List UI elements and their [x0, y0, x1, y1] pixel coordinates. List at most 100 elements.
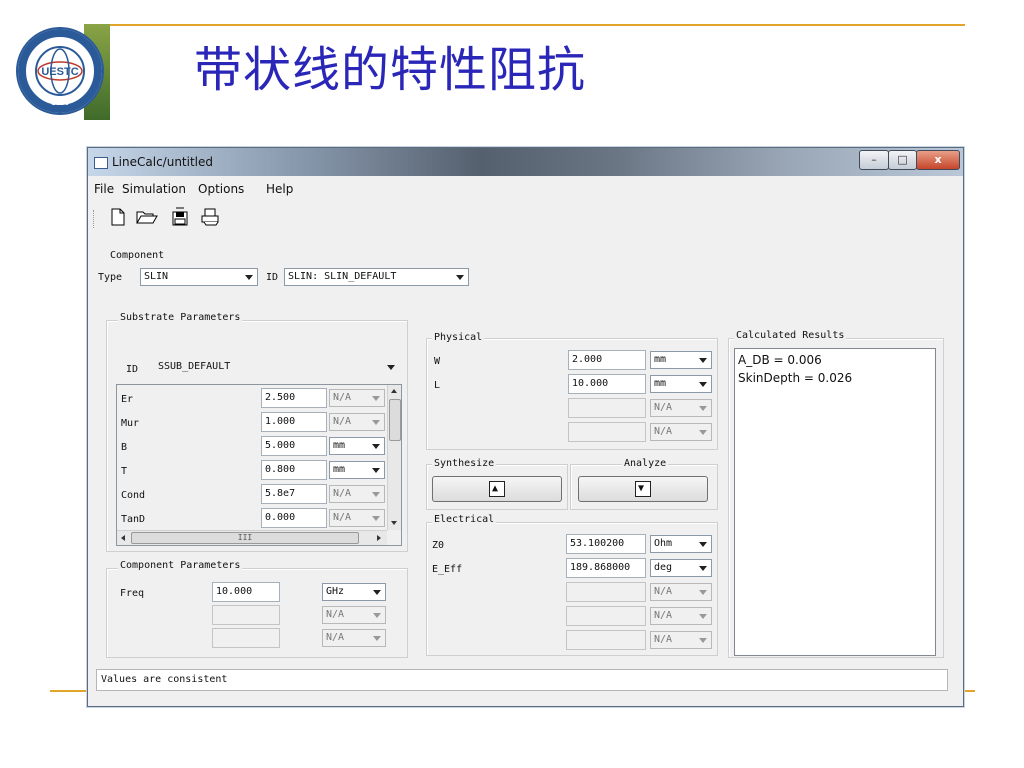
param-unit-t[interactable]: mm: [329, 461, 385, 479]
freq-input[interactable]: 10.000: [212, 582, 280, 602]
z0-input[interactable]: 53.100200: [566, 534, 646, 554]
unit-value: N/A: [333, 416, 352, 427]
component-param-input-2[interactable]: [212, 605, 280, 625]
freq-label: Freq: [120, 588, 145, 599]
substrate-id-label: ID: [126, 364, 139, 375]
w-input[interactable]: 2.000: [568, 350, 646, 370]
component-param-unit-2[interactable]: N/A: [322, 606, 386, 624]
slide-title: 带状线的特性阻抗: [194, 42, 587, 98]
l-unit-select[interactable]: mm: [650, 375, 712, 393]
physical-input-3[interactable]: [568, 398, 646, 418]
synthesize-button[interactable]: ▲: [432, 476, 562, 502]
param-value-cond[interactable]: 5.8e7: [261, 484, 327, 504]
slide-top-line: [110, 24, 965, 26]
electrical-unit-5[interactable]: N/A: [650, 631, 712, 649]
param-label-er: Er: [121, 394, 134, 405]
param-unit-b[interactable]: mm: [329, 437, 385, 455]
uestc-seal-icon: UESTC 1956: [18, 29, 102, 113]
toolbar: [88, 204, 963, 232]
title-bar[interactable]: LineCalc/untitled – □ x: [88, 148, 963, 176]
unit-value: mm: [333, 440, 346, 451]
chevron-down-icon: [699, 638, 707, 643]
param-value-t[interactable]: 0.800: [261, 460, 327, 480]
type-select[interactable]: SLIN: [140, 268, 258, 286]
scroll-down-icon[interactable]: [391, 521, 397, 525]
print-icon[interactable]: [200, 207, 220, 227]
synthesize-label: Synthesize: [432, 458, 497, 469]
down-arrow-glyph: ▼: [638, 483, 645, 494]
minimize-button[interactable]: –: [859, 150, 889, 170]
close-button[interactable]: x: [916, 150, 960, 170]
param-unit-er[interactable]: N/A: [329, 389, 385, 407]
horizontal-scroll-thumb[interactable]: III: [131, 532, 359, 544]
param-value-b[interactable]: 5.000: [261, 436, 327, 456]
unit-value: Ohm: [654, 538, 673, 549]
chevron-down-icon: [699, 406, 707, 411]
electrical-input-3[interactable]: [566, 582, 646, 602]
param-unit-mur[interactable]: N/A: [329, 413, 385, 431]
unit-value: N/A: [654, 610, 673, 621]
param-unit-cond[interactable]: N/A: [329, 485, 385, 503]
vertical-scroll-thumb[interactable]: [389, 399, 401, 441]
up-arrow-icon: ▲: [489, 481, 505, 497]
unit-value: deg: [654, 562, 673, 573]
physical-unit-3[interactable]: N/A: [650, 399, 712, 417]
component-id-select[interactable]: SLIN: SLIN_DEFAULT: [284, 268, 469, 286]
component-id-value: SLIN: SLIN_DEFAULT: [288, 271, 397, 282]
component-param-input-3[interactable]: [212, 628, 280, 648]
menu-options[interactable]: Options: [198, 182, 244, 196]
l-input[interactable]: 10.000: [568, 374, 646, 394]
maximize-button[interactable]: □: [888, 150, 917, 170]
chevron-down-icon: [373, 636, 381, 641]
scroll-up-icon[interactable]: [391, 389, 397, 393]
new-icon[interactable]: [108, 207, 128, 227]
electrical-unit-3[interactable]: N/A: [650, 583, 712, 601]
horizontal-scrollbar[interactable]: III: [117, 530, 387, 545]
open-icon[interactable]: [136, 207, 158, 227]
chevron-down-icon: [372, 420, 380, 425]
electrical-input-5[interactable]: [566, 630, 646, 650]
eeff-input[interactable]: 189.868000: [566, 558, 646, 578]
analyze-button[interactable]: ▼: [578, 476, 708, 502]
vertical-scrollbar[interactable]: [387, 385, 401, 530]
type-label: Type: [98, 272, 123, 283]
unit-value: GHz: [326, 586, 345, 597]
save-icon[interactable]: [170, 207, 190, 227]
result-skin-depth: SkinDepth = 0.026: [738, 371, 853, 385]
menu-simulation[interactable]: Simulation: [122, 182, 186, 196]
z0-unit-select[interactable]: Ohm: [650, 535, 712, 553]
scroll-right-icon[interactable]: [377, 535, 381, 541]
type-value: SLIN: [144, 271, 169, 282]
physical-input-4[interactable]: [568, 422, 646, 442]
app-icon: [94, 157, 108, 169]
chevron-down-icon: [699, 382, 707, 387]
scroll-left-icon[interactable]: [121, 535, 125, 541]
param-label-t: T: [121, 466, 128, 477]
chevron-down-icon: [387, 365, 395, 370]
param-value-er[interactable]: 2.500: [261, 388, 327, 408]
substrate-params-list[interactable]: Er 2.500 N/A Mur 1.000 N/A B 5.000 mm T …: [116, 384, 402, 546]
freq-unit-select[interactable]: GHz: [322, 583, 386, 601]
chevron-down-icon: [699, 542, 707, 547]
menu-help[interactable]: Help: [266, 182, 293, 196]
electrical-unit-4[interactable]: N/A: [650, 607, 712, 625]
param-value-mur[interactable]: 1.000: [261, 412, 327, 432]
chevron-down-icon: [699, 614, 707, 619]
param-unit-tand[interactable]: N/A: [329, 509, 385, 527]
unit-value: N/A: [654, 402, 673, 413]
menu-file[interactable]: File: [94, 182, 114, 196]
status-bar: Values are consistent: [96, 669, 948, 691]
component-param-unit-3[interactable]: N/A: [322, 629, 386, 647]
eeff-unit-select[interactable]: deg: [650, 559, 712, 577]
param-value-tand[interactable]: 0.000: [261, 508, 327, 528]
substrate-id-select[interactable]: SSUB_DEFAULT: [154, 358, 400, 376]
chevron-down-icon: [699, 590, 707, 595]
w-label: W: [434, 356, 441, 367]
electrical-input-4[interactable]: [566, 606, 646, 626]
logo-year: 1956: [51, 98, 69, 107]
results-panel[interactable]: A_DB = 0.006 SkinDepth = 0.026: [734, 348, 936, 656]
w-unit-select[interactable]: mm: [650, 351, 712, 369]
unit-value: mm: [654, 378, 667, 389]
physical-unit-4[interactable]: N/A: [650, 423, 712, 441]
result-a-db: A_DB = 0.006: [738, 353, 822, 367]
